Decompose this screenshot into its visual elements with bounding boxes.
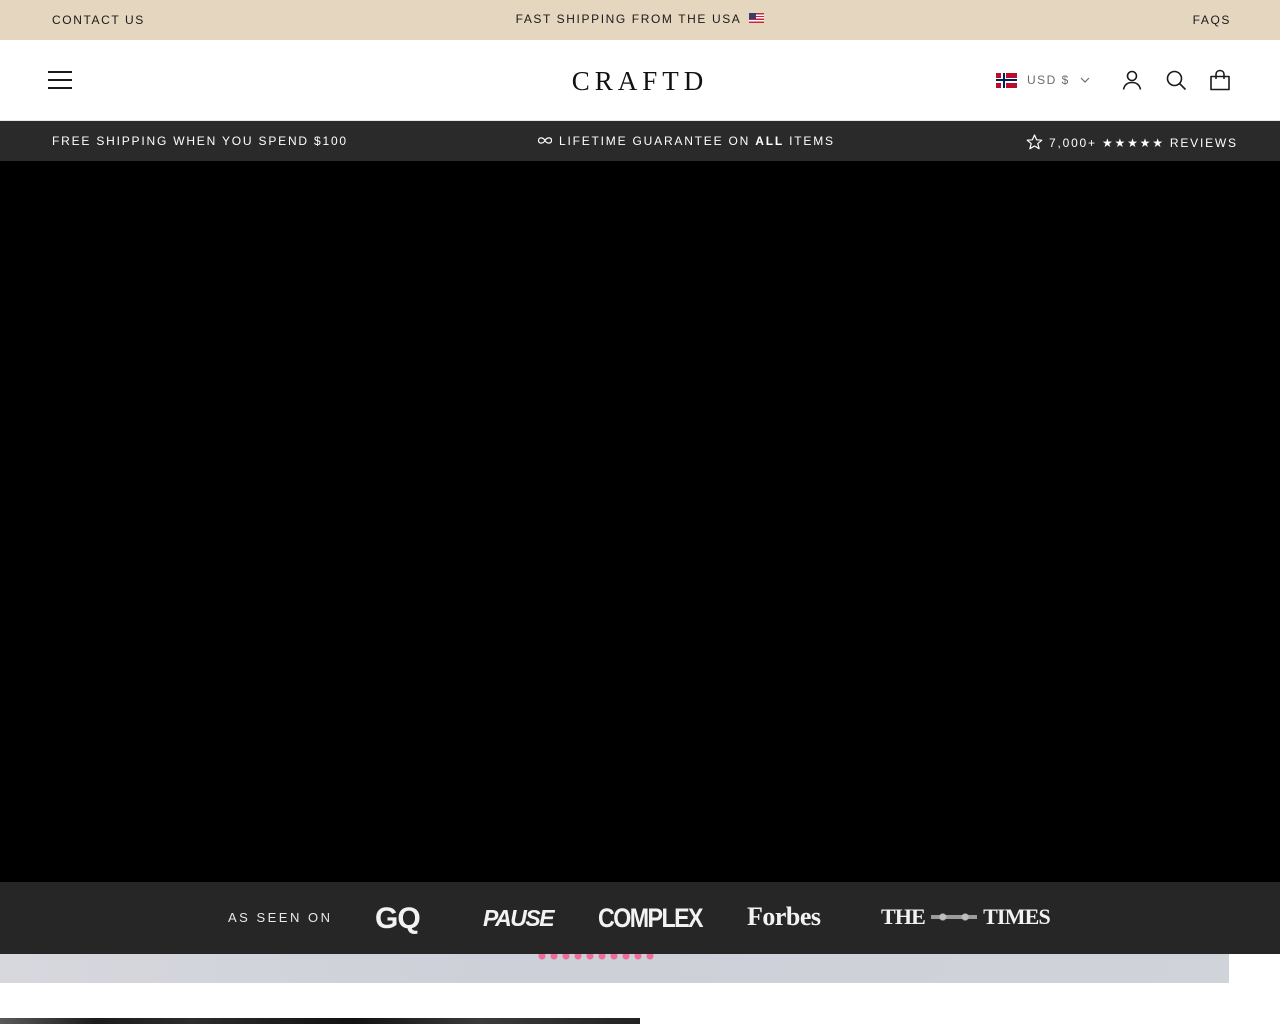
chevron-down-icon (1080, 77, 1090, 83)
menu-icon[interactable] (48, 71, 72, 89)
hero-video[interactable] (0, 161, 1280, 882)
infinity-icon (537, 137, 553, 144)
guarantee-suffix: ITEMS (789, 134, 835, 148)
pink-beads-graphic (536, 954, 656, 964)
us-flag-icon (749, 13, 765, 23)
currency-label: USD $ (1027, 73, 1070, 87)
account-icon[interactable] (1121, 69, 1143, 91)
faqs-link[interactable]: FAQS (1193, 13, 1231, 27)
star-icon (1026, 134, 1043, 150)
guarantee-prefix: LIFETIME GUARANTEE ON (559, 134, 751, 148)
product-image-top-edge (0, 1018, 640, 1024)
shipping-text: FAST SHIPPING FROM THE USA (515, 12, 742, 26)
free-shipping-text: FREE SHIPPING WHEN YOU SPEND $100 (52, 134, 348, 148)
cart-icon[interactable] (1209, 69, 1231, 91)
norway-flag-icon (996, 72, 1017, 88)
contact-us-link[interactable]: CONTACT US (52, 13, 145, 27)
announcement-bar: CONTACT US FAQS FAST SHIPPING FROM THE U… (0, 0, 1280, 40)
shipping-announcement: FAST SHIPPING FROM THE USA (0, 12, 1280, 26)
gq-logo: GQ (375, 902, 421, 935)
as-seen-on-bar: AS SEEN ON GQ PAUSE COMPLEX Forbes THE TI… (0, 882, 1280, 954)
times-crest-icon (926, 910, 983, 924)
banner-image-strip (0, 954, 1229, 983)
reviews-summary[interactable]: 7,000+ ★★★★★ REVIEWS (1026, 134, 1238, 150)
lifetime-guarantee: LIFETIME GUARANTEE ON ALL ITEMS (537, 134, 835, 148)
as-seen-on-label: AS SEEN ON (228, 910, 333, 925)
search-icon[interactable] (1165, 69, 1187, 91)
complex-logo: COMPLEX (598, 903, 704, 933)
site-header: CRAFTD USD $ (0, 40, 1280, 121)
the-times-logo: THE TIMES (881, 904, 1051, 929)
pause-logo: PAUSE (483, 905, 555, 931)
site-logo[interactable]: CRAFTD (560, 64, 720, 98)
usp-bar: FREE SHIPPING WHEN YOU SPEND $100 LIFETI… (0, 121, 1280, 161)
currency-selector[interactable]: USD $ (996, 70, 1090, 90)
reviews-text: 7,000+ ★★★★★ REVIEWS (1049, 136, 1238, 150)
guarantee-bold: ALL (755, 134, 785, 148)
forbes-logo: Forbes (747, 902, 821, 931)
